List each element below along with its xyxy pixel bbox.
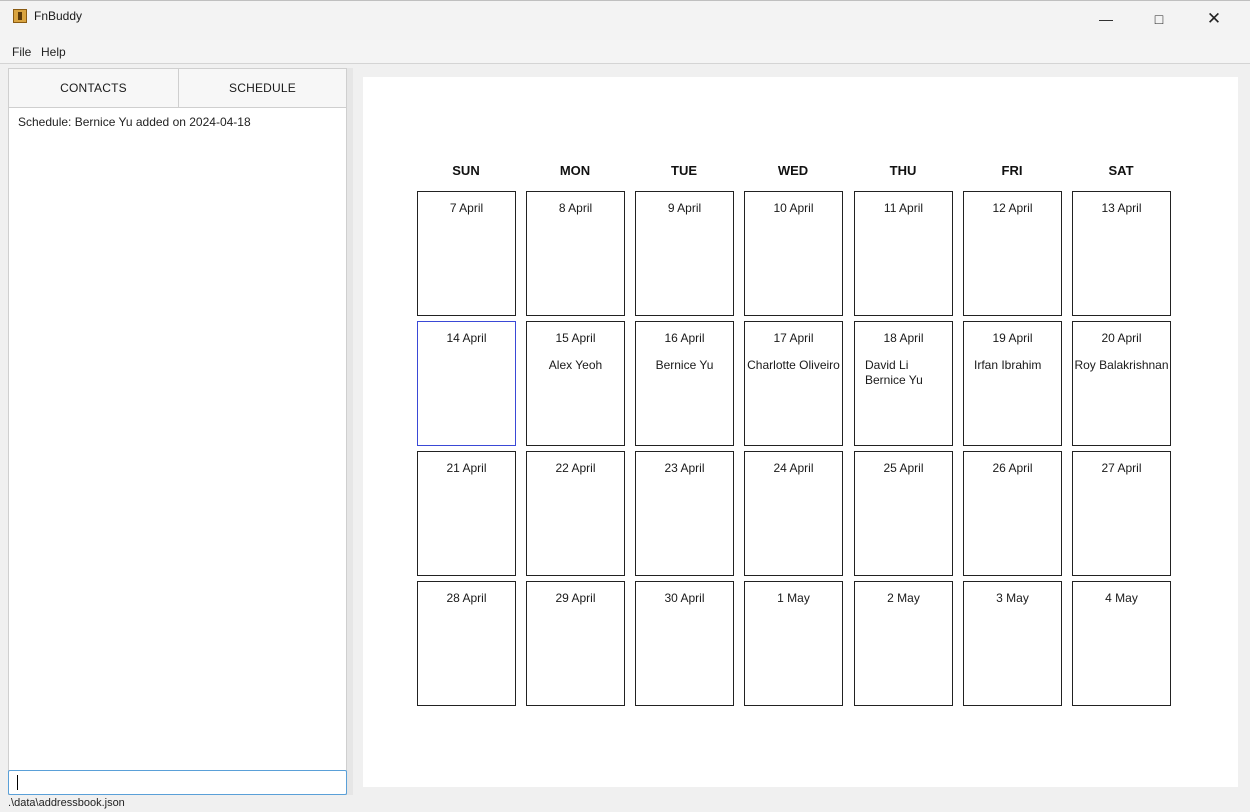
calendar-day-cell[interactable]: 23 April [635,451,734,576]
command-input[interactable] [8,770,347,795]
calendar-day-cell[interactable]: 1 May [744,581,843,706]
calendar-day-cell[interactable]: 26 April [963,451,1062,576]
calendar-day-date: 13 April [1101,201,1142,215]
calendar-day-date: 2 May [887,591,920,605]
day-header-mon: MON [559,163,591,178]
calendar-day-date: 17 April [773,331,814,345]
scheduled-contacts: Roy Balakrishnan [1073,358,1170,373]
app-icon [13,9,27,23]
calendar-day-date: 10 April [773,201,814,215]
day-header-wed: WED [777,163,809,178]
scheduled-contacts: David Li Bernice Yu [865,358,923,388]
menu-help[interactable]: Help [41,45,66,59]
menu-file[interactable]: File [12,45,31,59]
calendar-day-date: 30 April [664,591,705,605]
maximize-button[interactable]: □ [1139,7,1179,31]
text-caret [17,775,18,790]
calendar-day-date: 4 May [1105,591,1138,605]
day-header-sun: SUN [452,163,480,178]
tab-contacts[interactable]: CONTACTS [9,69,179,107]
day-header-sat: SAT [1108,163,1134,178]
calendar-day-date: 9 April [667,201,702,215]
calendar-day-cell[interactable]: 14 April [417,321,516,446]
menu-bar: File Help [0,40,1250,64]
calendar-day-date: 23 April [664,461,705,475]
scheduled-contact-name: Bernice Yu [655,358,714,372]
calendar-day-cell[interactable]: 19 April Irfan Ibrahim [963,321,1062,446]
calendar-day-cell[interactable]: 13 April [1072,191,1171,316]
day-header-thu: THU [889,163,917,178]
calendar-day-cell[interactable]: 3 May [963,581,1062,706]
calendar-day-date: 28 April [446,591,487,605]
calendar-day-date: 29 April [555,591,596,605]
calendar-day-cell[interactable]: 7 April [417,191,516,316]
result-message: Schedule: Bernice Yu added on 2024-04-18 [18,115,251,129]
calendar-day-cell[interactable]: 2 May [854,581,953,706]
calendar-day-cell[interactable]: 12 April [963,191,1062,316]
scheduled-contact-name: Alex Yeoh [548,358,603,372]
calendar-day-date: 19 April [992,331,1033,345]
calendar-day-date: 16 April [664,331,705,345]
calendar-day-date: 27 April [1101,461,1142,475]
calendar-day-date: 11 April [883,201,924,215]
left-pane: CONTACTS SCHEDULE Schedule: Bernice Yu a… [8,68,347,795]
scheduled-contact-name: Bernice Yu [865,373,923,387]
calendar-day-cell[interactable]: 20 April Roy Balakrishnan [1072,321,1171,446]
minimize-button[interactable]: — [1086,7,1126,31]
day-header-tue: TUE [671,163,697,178]
calendar-day-cell[interactable]: 22 April [526,451,625,576]
calendar-day-date: 24 April [773,461,814,475]
calendar-day-cell[interactable]: 27 April [1072,451,1171,576]
scheduled-contact-name: David Li [865,358,909,372]
calendar-day-cell[interactable]: 17 April Charlotte Oliveiro [744,321,843,446]
scheduled-contact-name: Charlotte Oliveiro [747,358,840,372]
status-bar-path: .\data\addressbook.json [8,797,125,809]
calendar-day-date: 12 April [992,201,1033,215]
title-bar: FnBuddy — □ ✕ [0,0,1250,40]
calendar-day-cell[interactable]: 24 April [744,451,843,576]
tab-schedule[interactable]: SCHEDULE [179,69,346,107]
calendar-day-cell[interactable]: 25 April [854,451,953,576]
calendar-day-cell[interactable]: 15 April Alex Yeoh [526,321,625,446]
calendar-day-cell[interactable]: 4 May [1072,581,1171,706]
split-divider[interactable] [347,68,353,795]
scheduled-contacts: Irfan Ibrahim [974,358,1041,373]
schedule-calendar: SUN MON TUE WED THU FRI SAT 7 April 8 April 9 Apr… [363,77,1238,787]
scheduled-contacts: Bernice Yu [636,358,733,373]
calendar-day-cell[interactable]: 11 April [854,191,953,316]
calendar-day-date: 22 April [555,461,596,475]
scheduled-contact-name: Roy Balakrishnan [1074,358,1169,372]
scheduled-contact-name: Irfan Ibrahim [974,358,1042,372]
day-header-fri: FRI [1001,163,1023,178]
tab-bar: CONTACTS SCHEDULE [9,69,346,108]
calendar-day-date: 26 April [992,461,1033,475]
calendar-day-date: 21 April [446,461,487,475]
window-title: FnBuddy [34,9,83,23]
calendar-day-date: 20 April [1101,331,1142,345]
calendar-day-date: 7 April [449,201,484,215]
calendar-day-cell[interactable]: 16 April Bernice Yu [635,321,734,446]
calendar-day-date: 3 May [996,591,1029,605]
scheduled-contacts: Alex Yeoh [527,358,624,373]
calendar-day-cell[interactable]: 29 April [526,581,625,706]
calendar-day-date: 8 April [558,201,593,215]
scheduled-contacts: Charlotte Oliveiro [745,358,842,373]
calendar-day-cell[interactable]: 18 April David Li Bernice Yu [854,321,953,446]
calendar-day-date: 25 April [883,461,924,475]
calendar-day-date: 14 April [446,331,487,345]
calendar-day-cell[interactable]: 21 April [417,451,516,576]
calendar-day-cell[interactable]: 30 April [635,581,734,706]
calendar-day-cell[interactable]: 8 April [526,191,625,316]
close-button[interactable]: ✕ [1194,7,1234,31]
calendar-day-cell[interactable]: 10 April [744,191,843,316]
calendar-day-date: 18 April [883,331,924,345]
calendar-day-cell[interactable]: 9 April [635,191,734,316]
calendar-day-date: 15 April [555,331,596,345]
calendar-day-date: 1 May [777,591,810,605]
calendar-day-cell[interactable]: 28 April [417,581,516,706]
